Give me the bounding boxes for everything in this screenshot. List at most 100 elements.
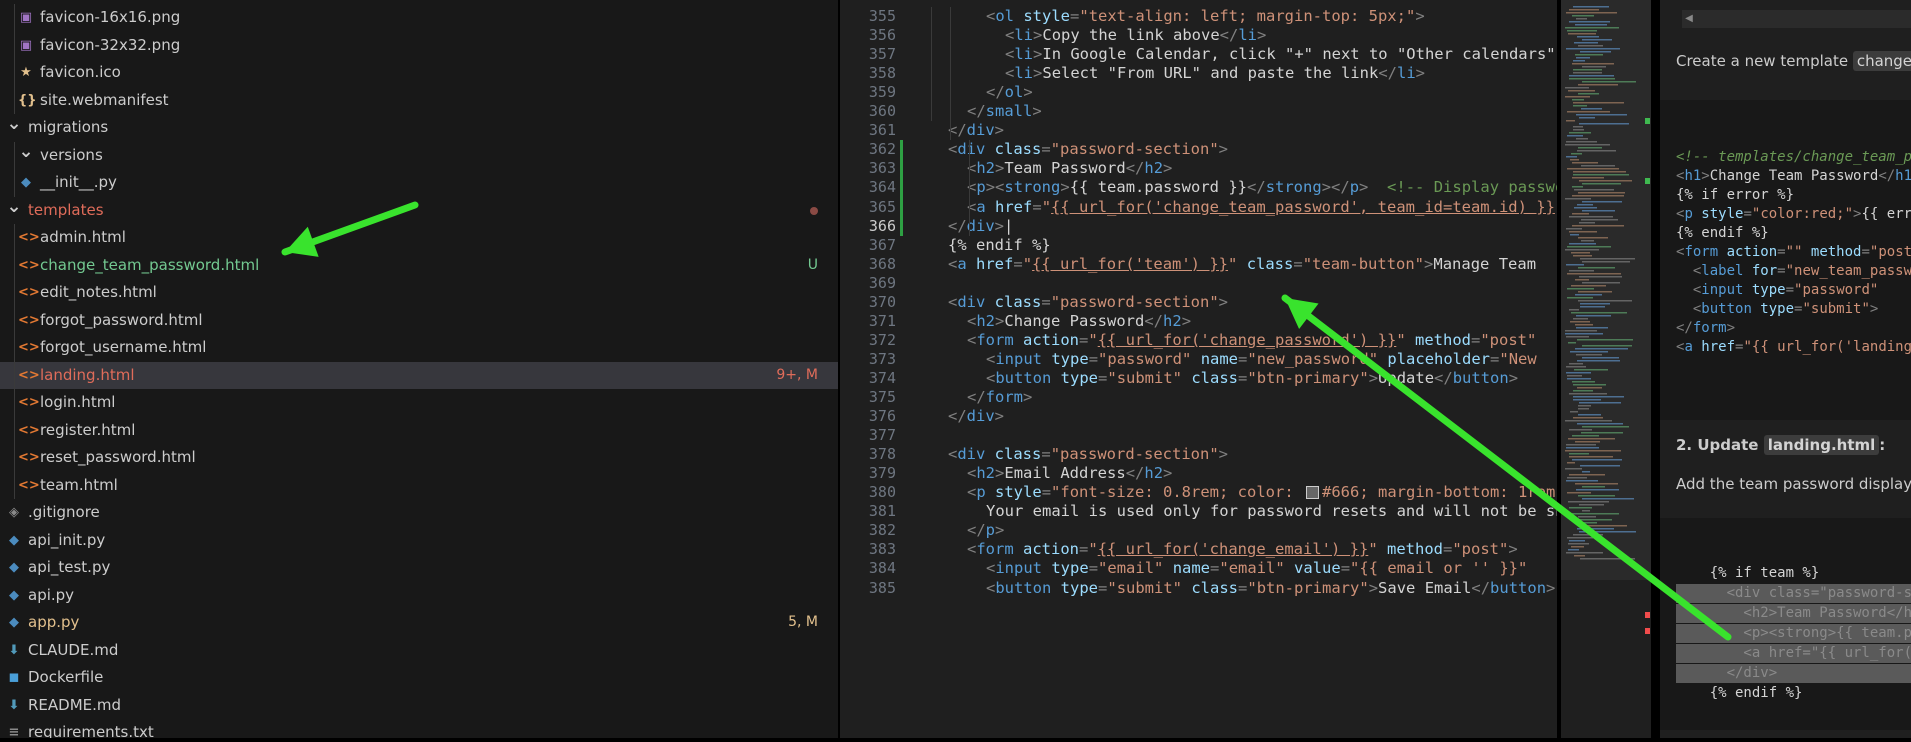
file-claude-md[interactable]: ⬇ CLAUDE.md	[0, 637, 838, 665]
chat-code-block-2: {% if team %} <div class="password-secti…	[1660, 518, 1911, 730]
file-change-team-password-html[interactable]: <> change_team_password.html U	[0, 252, 838, 280]
code-line[interactable]: {% endif %}	[948, 236, 1051, 255]
code-line[interactable]: <div class="password-section">	[948, 140, 1228, 159]
code-line[interactable]: </small>	[967, 102, 1042, 121]
code-line[interactable]: <ol style="text-align: left; margin-top:…	[986, 7, 1425, 26]
html-file-icon: <>	[18, 367, 40, 383]
git-status-badge: 5, M	[788, 614, 818, 630]
scroll-left-icon[interactable]: ◀	[1682, 10, 1696, 28]
folder-migrations[interactable]: ⌄ migrations	[0, 113, 838, 142]
file-login-html[interactable]: <> login.html	[0, 389, 838, 417]
chat-step2-heading: 2. Update landing.html:	[1676, 435, 1885, 455]
file-edit-notes-html[interactable]: <> edit_notes.html	[0, 279, 838, 307]
minimap-canvas	[1561, 0, 1651, 634]
code-line[interactable]: <h2>Team Password</h2>	[967, 159, 1172, 178]
code-line[interactable]: </div>|	[948, 217, 1013, 236]
tree-item-label: __init__.py	[40, 173, 117, 191]
file-site-webmanifest[interactable]: {} site.webmanifest	[0, 87, 838, 115]
git-change-marker[interactable]	[900, 140, 903, 236]
code-line[interactable]: <button type="submit" class="btn-primary…	[986, 369, 1518, 388]
file-app-py[interactable]: ◆ app.py 5, M	[0, 609, 838, 637]
code-line[interactable]: <h2>Change Password</h2>	[967, 312, 1191, 331]
code-line[interactable]: <a href="{{ url_for('team') }}" class="t…	[948, 255, 1536, 274]
file-reset-password-html[interactable]: <> reset_password.html	[0, 444, 838, 472]
code-line[interactable]: </div>	[948, 407, 1004, 426]
file-favicon-32x32-png[interactable]: ▣ favicon-32x32.png	[0, 32, 838, 60]
python-file-icon: ◆	[9, 532, 19, 548]
line-number: 369	[868, 273, 896, 292]
file-favicon-16x16-png[interactable]: ▣ favicon-16x16.png	[0, 4, 838, 32]
modified-dot-icon	[810, 206, 818, 215]
line-number: 377	[868, 426, 896, 445]
line-number: 382	[868, 521, 896, 540]
code-line[interactable]: <form action="{{ url_for('change_passwor…	[967, 331, 1536, 350]
tree-item-label: site.webmanifest	[40, 90, 169, 109]
code-line[interactable]: Your email is used only for password res…	[986, 502, 1557, 521]
tree-item-label: requirements.txt	[28, 723, 154, 738]
file-landing-html[interactable]: <> landing.html 9+, M	[0, 361, 838, 389]
line-number: 379	[868, 464, 896, 483]
tree-item-label: .gitignore	[28, 503, 100, 521]
line-number: 381	[868, 502, 896, 521]
tree-item-label: app.py	[28, 613, 80, 631]
file-api-init-py[interactable]: ◆ api_init.py	[0, 527, 838, 555]
code-line[interactable]: <h2>Email Address</h2>	[967, 464, 1172, 483]
code-area[interactable]: <ol style="text-align: left; margin-top:…	[910, 0, 1557, 738]
code-line[interactable]: <input type="password" name="new_passwor…	[986, 350, 1537, 369]
indent-guide	[14, 4, 15, 114]
code-line[interactable]: </ol>	[986, 83, 1033, 102]
code-line[interactable]: <div class="password-section">	[948, 445, 1228, 464]
code-line[interactable]: <li>Select "From URL" and paste the link…	[1005, 64, 1425, 83]
line-number: 370	[868, 292, 896, 311]
step2-prefix: 2. Update	[1676, 436, 1764, 454]
file-forgot-username-html[interactable]: <> forgot_username.html	[0, 334, 838, 362]
minimap-marker	[1645, 628, 1650, 634]
line-number: 383	[868, 540, 896, 559]
minimap[interactable]	[1561, 0, 1651, 738]
code-line[interactable]: </p>	[967, 521, 1004, 540]
code-line[interactable]: <p style="font-size: 0.8rem; color: #666…	[967, 483, 1557, 502]
chat-code-line: <button type="submit">	[1692, 301, 1879, 317]
file-team-html[interactable]: <> team.html	[0, 472, 838, 500]
code-line[interactable]: <input type="email" name="email" value="…	[986, 559, 1527, 578]
code-line[interactable]: <p><strong>{{ team.password }}</strong><…	[967, 178, 1557, 197]
file-explorer: ▣ favicon-16x16.png ▣ favicon-32x32.png ★ fav…	[0, 0, 838, 738]
python-file-icon: ◆	[9, 560, 19, 575]
code-line[interactable]: <li>Copy the link above</li>	[1005, 26, 1266, 45]
chat-code-line: <a href="{{ url_for('landing') }}"	[1676, 339, 1911, 355]
chat-panel: ◀ Create a new template change_team_pass…	[1656, 0, 1911, 738]
chevron-down-icon: ⌄	[6, 113, 22, 134]
git-file-icon: ◈	[9, 505, 19, 520]
file-admin-html[interactable]: <> admin.html	[0, 224, 838, 252]
file--gitignore[interactable]: ◈ .gitignore	[0, 499, 838, 527]
file-api-test-py[interactable]: ◆ api_test.py	[0, 554, 838, 582]
file-api-py[interactable]: ◆ api.py	[0, 582, 838, 610]
code-line[interactable]: </div>	[948, 121, 1004, 140]
code-line[interactable]: <li>In Google Calendar, click "+" next t…	[1005, 45, 1556, 64]
code-line[interactable]: <div class="password-section">	[948, 293, 1228, 312]
folder-templates[interactable]: ⌄ templates	[0, 196, 838, 225]
code-line[interactable]: </form>	[967, 388, 1032, 407]
chat-code-line: <a href="{{ url_for('change_team_passwor…	[1676, 644, 1911, 663]
file-favicon-ico[interactable]: ★ favicon.ico	[0, 59, 838, 87]
chat-scrollbar-top[interactable]	[1682, 10, 1911, 28]
line-number: 362	[868, 140, 896, 159]
code-line[interactable]: <button type="submit" class="btn-primary…	[986, 579, 1555, 598]
code-editor[interactable]: 355 356 357 358 359 360 361 362 363 364 365 366 367 3…	[840, 0, 1557, 738]
chat-code-line: </div>	[1676, 664, 1911, 683]
git-status-badge: U	[807, 256, 818, 273]
file-forgot-password-html[interactable]: <> forgot_password.html	[0, 307, 838, 335]
file-readme-md[interactable]: ⬇ README.md	[0, 692, 838, 720]
file-dockerfile[interactable]: ◼ Dockerfile	[0, 664, 838, 692]
code-line[interactable]: <a href="{{ url_for('change_team_passwor…	[967, 198, 1557, 217]
chevron-down-icon: ⌄	[18, 140, 34, 162]
color-swatch-icon[interactable]	[1306, 486, 1319, 500]
code-line[interactable]: <form action="{{ url_for('change_email')…	[967, 540, 1518, 559]
file--init-py[interactable]: ◆ __init__.py	[0, 169, 838, 197]
folder-versions[interactable]: ⌄ versions	[0, 141, 838, 170]
tree-item-label: api_test.py	[28, 558, 111, 576]
line-number: 366	[868, 216, 896, 235]
file-requirements-txt[interactable]: ≡ requirements.txt	[0, 719, 838, 738]
tree-item-label: api_init.py	[28, 530, 106, 549]
file-register-html[interactable]: <> register.html	[0, 417, 838, 445]
